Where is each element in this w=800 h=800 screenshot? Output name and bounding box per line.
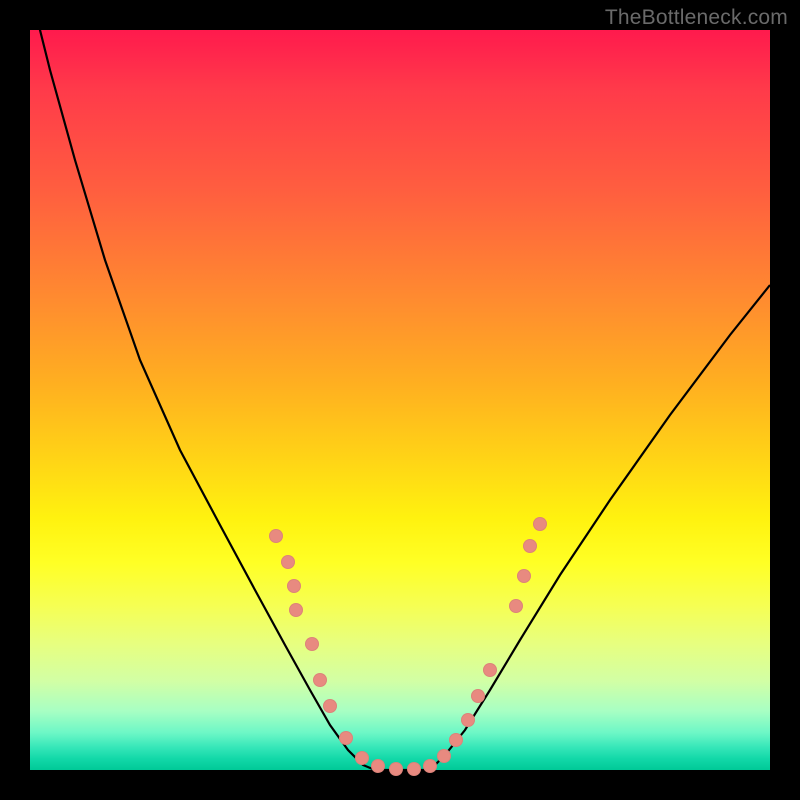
sample-dot bbox=[449, 733, 463, 747]
sample-dot bbox=[523, 539, 537, 553]
sample-dot bbox=[407, 762, 421, 776]
sample-dot bbox=[281, 555, 295, 569]
sample-dot bbox=[339, 731, 353, 745]
bottleneck-curve bbox=[30, 30, 770, 770]
sample-dot bbox=[389, 762, 403, 776]
chart-frame: TheBottleneck.com bbox=[0, 0, 800, 800]
sample-dot bbox=[355, 751, 369, 765]
sample-dot bbox=[287, 579, 301, 593]
sample-dot bbox=[533, 517, 547, 531]
sample-dot bbox=[323, 699, 337, 713]
sample-dot bbox=[423, 759, 437, 773]
sample-dot bbox=[371, 759, 385, 773]
sample-dot bbox=[305, 637, 319, 651]
sample-dot bbox=[509, 599, 523, 613]
sample-dot bbox=[471, 689, 485, 703]
sample-dot bbox=[437, 749, 451, 763]
sample-dot bbox=[269, 529, 283, 543]
watermark-text: TheBottleneck.com bbox=[605, 6, 788, 30]
sample-dot bbox=[483, 663, 497, 677]
plot-area bbox=[30, 30, 770, 770]
sample-dot bbox=[461, 713, 475, 727]
sample-dot bbox=[517, 569, 531, 583]
sample-dot bbox=[313, 673, 327, 687]
sample-dot bbox=[289, 603, 303, 617]
curve-left-branch bbox=[30, 0, 375, 770]
